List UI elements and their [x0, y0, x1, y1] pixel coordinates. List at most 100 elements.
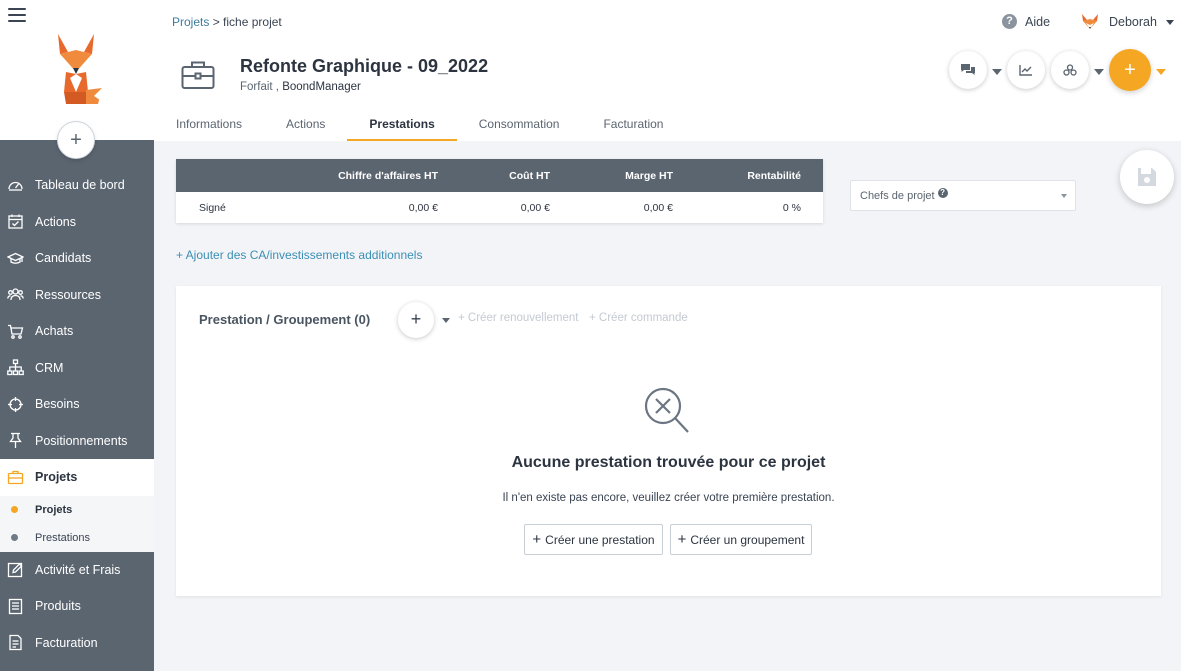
sidebar-item-label: Actions [35, 214, 76, 229]
apps-button[interactable] [1051, 51, 1089, 89]
dot-icon [11, 534, 18, 541]
sidebar-item-label: Activité et Frais [35, 562, 121, 577]
sidebar-item-label: Positionnements [35, 433, 128, 448]
sidebar-subitem-prestations[interactable]: Prestations [0, 524, 154, 552]
pencil-square-icon [7, 561, 24, 578]
user-menu[interactable]: Deborah [1080, 12, 1174, 32]
help-link[interactable]: ? Aide [1002, 14, 1050, 29]
quick-add-button[interactable]: + [57, 121, 95, 159]
tab-consommation[interactable]: Consommation [457, 108, 582, 141]
sidebar-item-facturation[interactable]: Facturation [0, 625, 154, 662]
create-groupement-label: Créer un groupement [690, 532, 805, 547]
create-renewal-link: + Créer renouvellement [458, 312, 579, 324]
plus-icon: + [532, 531, 542, 548]
plus-icon: + [677, 531, 687, 548]
sidebar-item-projets[interactable]: Projets [0, 459, 154, 496]
graduation-cap-icon [7, 250, 24, 267]
add-prestation-button[interactable]: + [398, 302, 434, 338]
sidebar-item-produits[interactable]: Produits [0, 588, 154, 625]
help-label: Aide [1025, 14, 1051, 29]
empty-state-title: Aucune prestation trouvée pour ce projet [511, 454, 826, 471]
sidebar-item-actions[interactable]: Actions [0, 204, 154, 241]
chat-icon [961, 64, 975, 75]
menu-icon[interactable] [8, 8, 26, 24]
org-chart-icon [7, 359, 24, 376]
search-empty-icon [644, 387, 689, 433]
sidebar-item-label: Achats [35, 324, 74, 339]
breadcrumb-separator: > [209, 15, 224, 29]
sidebar-subitem-projets[interactable]: Projets [0, 496, 154, 524]
sidebar-nav: Tableau de bord Actions Candidats Ressou… [0, 167, 154, 661]
project-type: Forfait , [240, 81, 283, 93]
page-header: Projets > fiche projet ? Aide Deborah Re… [154, 0, 1181, 141]
sidebar-item-label: Ressources [35, 287, 101, 302]
table-cell: Signé [199, 201, 226, 214]
add-button[interactable]: + [1109, 49, 1151, 91]
help-icon: ? [1002, 14, 1017, 29]
breadcrumb-link-projets[interactable]: Projets [172, 15, 209, 29]
create-prestation-button[interactable]: + Créer une prestation [524, 524, 663, 555]
apps-dropdown-caret[interactable] [1094, 69, 1104, 75]
crosshair-icon [7, 396, 24, 413]
sidebar-item-crm[interactable]: CRM [0, 350, 154, 387]
breadcrumb-current: fiche projet [223, 15, 282, 29]
create-order-link: + Créer commande [589, 312, 688, 324]
project-company: BoondManager [282, 81, 361, 93]
tab-informations[interactable]: Informations [154, 108, 264, 141]
stats-button[interactable] [1007, 51, 1045, 89]
sidebar-subitem-label: Prestations [35, 531, 91, 544]
avatar [1082, 14, 1098, 29]
sidebar-item-activite-frais[interactable]: Activité et Frais [0, 552, 154, 589]
chevron-down-icon [1061, 194, 1067, 198]
sidebar-submenu: Projets Prestations [0, 495, 154, 552]
sidebar-item-label: Projets [35, 470, 78, 485]
pin-icon [7, 432, 24, 449]
table-cell: 0 % [782, 201, 801, 214]
column-header-ca: Chiffre d'affaires HT [338, 169, 438, 182]
active-dot-icon [11, 506, 18, 513]
add-prestation-dropdown-caret[interactable] [442, 318, 450, 323]
create-groupement-button[interactable]: + Créer un groupement [670, 524, 812, 555]
briefcase-icon [7, 469, 24, 486]
table-cell: 0,00 € [520, 201, 550, 214]
chevron-down-icon [1165, 19, 1174, 25]
user-name: Deborah [1109, 15, 1157, 29]
tab-prestations[interactable]: Prestations [347, 108, 457, 141]
sidebar-item-label: Facturation [35, 635, 98, 650]
sidebar-item-achats[interactable]: Achats [0, 313, 154, 350]
sidebar-item-label: Besoins [35, 397, 80, 412]
tab-bar: Informations Actions Prestations Consomm… [154, 108, 685, 141]
project-subtitle: Forfait , BoondManager [240, 81, 361, 93]
sidebar-item-positionnements[interactable]: Positionnements [0, 423, 154, 460]
sidebar-item-label: Produits [35, 599, 81, 614]
messages-dropdown-caret[interactable] [992, 69, 1002, 75]
fox-logo [58, 34, 102, 104]
tab-actions[interactable]: Actions [264, 108, 347, 141]
sidebar: + Tableau de bord Actions Candidats Ress… [0, 0, 154, 671]
sidebar-item-candidats[interactable]: Candidats [0, 240, 154, 277]
page-title: Refonte Graphique - 09_2022 [240, 56, 489, 76]
chart-icon [1019, 65, 1032, 76]
table-cell: 0,00 € [408, 201, 438, 214]
add-dropdown-caret[interactable] [1156, 69, 1166, 75]
sidebar-item-label: Tableau de bord [35, 178, 125, 193]
calendar-check-icon [7, 213, 24, 230]
table-header: Chiffre d'affaires HT Coût HT Marge HT R… [176, 159, 823, 192]
add-ca-investments-link[interactable]: + Ajouter des CA/investissements additio… [176, 248, 422, 262]
chefs-de-projet-select[interactable]: Chefs de projet ? [850, 180, 1076, 211]
help-icon[interactable]: ? [937, 187, 948, 198]
chefs-de-projet-label: Chefs de projet [860, 189, 935, 202]
sidebar-item-besoins[interactable]: Besoins [0, 386, 154, 423]
sidebar-subitem-label: Projets [35, 503, 73, 516]
sidebar-item-tableau-de-bord[interactable]: Tableau de bord [0, 167, 154, 204]
sidebar-item-ressources[interactable]: Ressources [0, 277, 154, 314]
cart-icon [7, 323, 24, 340]
dashboard-icon [7, 177, 24, 194]
tab-facturation[interactable]: Facturation [581, 108, 685, 141]
messages-button[interactable] [949, 51, 987, 89]
sidebar-item-label: CRM [35, 360, 64, 375]
column-header-cout: Coût HT [509, 169, 550, 182]
save-button[interactable] [1120, 150, 1174, 204]
create-prestation-label: Créer une prestation [545, 532, 655, 547]
people-icon [7, 286, 24, 303]
